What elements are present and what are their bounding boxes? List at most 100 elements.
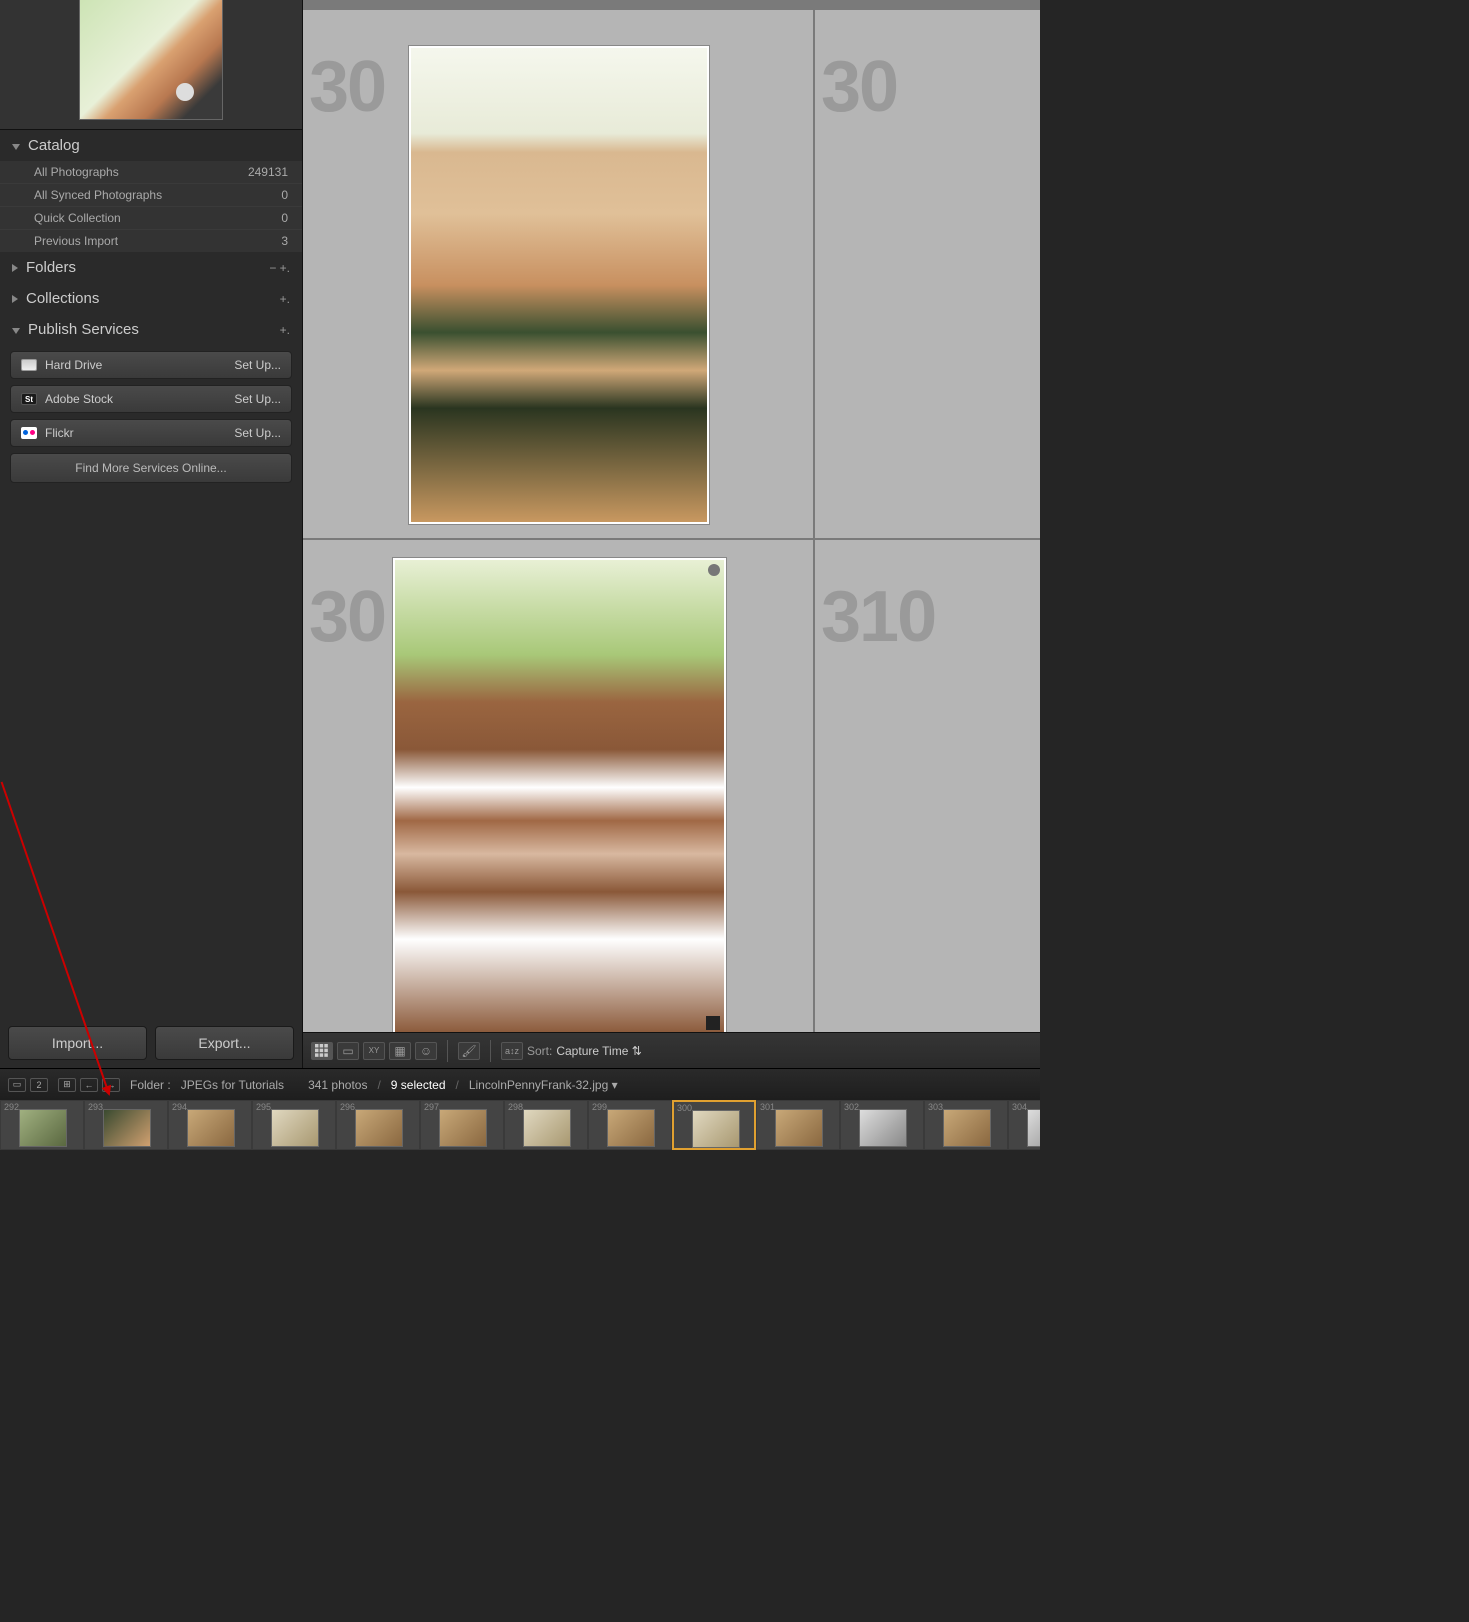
- filmstrip-image: [775, 1109, 823, 1147]
- catalog-item-synced[interactable]: All Synced Photographs0: [0, 183, 302, 206]
- filmstrip-index: 303: [928, 1102, 943, 1112]
- filmstrip-index: 292: [4, 1102, 19, 1112]
- filmstrip-image: [607, 1109, 655, 1147]
- import-button[interactable]: Import...: [8, 1026, 147, 1060]
- secondary-window-icon[interactable]: ▭: [8, 1078, 26, 1092]
- filmstrip-index: 301: [760, 1102, 775, 1112]
- navigator-preview[interactable]: [0, 0, 302, 130]
- folders-header[interactable]: Folders − +.: [0, 252, 302, 283]
- filmstrip-index: 299: [592, 1102, 607, 1112]
- nav-back-icon[interactable]: ←: [80, 1078, 98, 1092]
- export-button[interactable]: Export...: [155, 1026, 294, 1060]
- service-hard-drive[interactable]: Hard Drive Set Up...: [10, 351, 292, 379]
- filmstrip-thumb[interactable]: 302: [840, 1100, 924, 1150]
- folder-name[interactable]: JPEGs for Tutorials: [181, 1078, 284, 1092]
- filmstrip-thumb[interactable]: 295: [252, 1100, 336, 1150]
- compare-view-icon[interactable]: XY: [363, 1042, 385, 1060]
- survey-view-icon[interactable]: ▦: [389, 1042, 411, 1060]
- cell-index: 30: [309, 46, 385, 128]
- publish-header[interactable]: Publish Services +.: [0, 314, 302, 345]
- service-flickr[interactable]: Flickr Set Up...: [10, 419, 292, 447]
- filmstrip-thumb[interactable]: 299: [588, 1100, 672, 1150]
- filmstrip-thumb[interactable]: 304: [1008, 1100, 1040, 1150]
- folders-title: Folders: [26, 259, 76, 276]
- grid-view-icon[interactable]: [311, 1042, 333, 1060]
- filmstrip-index: 295: [256, 1102, 271, 1112]
- find-services-button[interactable]: Find More Services Online...: [10, 453, 292, 483]
- cell-index: 30: [821, 46, 897, 128]
- catalog-header[interactable]: Catalog: [0, 130, 302, 161]
- cell-index: 310: [821, 576, 935, 658]
- filmstrip-image: [692, 1110, 740, 1148]
- publish-services-list: Hard Drive Set Up... StAdobe Stock Set U…: [0, 345, 302, 489]
- grid-cell[interactable]: 30: [303, 540, 815, 1068]
- photo-thumbnail[interactable]: [393, 558, 726, 1036]
- filmstrip-thumb[interactable]: 296: [336, 1100, 420, 1150]
- filmstrip-thumb[interactable]: 300: [672, 1100, 756, 1150]
- selected-count: 9 selected: [391, 1078, 446, 1092]
- sync-icon: [708, 564, 720, 576]
- publish-actions[interactable]: +.: [280, 323, 290, 337]
- filmstrip-image: [19, 1109, 67, 1147]
- sort-label: Sort:: [527, 1044, 552, 1058]
- sort-direction-icon[interactable]: a↕z: [501, 1042, 523, 1060]
- current-filename[interactable]: LincolnPennyFrank-32.jpg ▾: [469, 1078, 618, 1092]
- filmstrip-image: [355, 1109, 403, 1147]
- filmstrip-thumb[interactable]: 303: [924, 1100, 1008, 1150]
- grid-cell[interactable]: 30: [815, 10, 1040, 538]
- folder-label: Folder :: [130, 1078, 171, 1092]
- badge-icon: [706, 1016, 720, 1030]
- grid-toolbar: ▭ XY ▦ ☺ 🖌 a↕z Sort: Capture Time ⇅: [303, 1032, 1040, 1068]
- filmstrip-index: 298: [508, 1102, 523, 1112]
- filmstrip-thumb[interactable]: 292: [0, 1100, 84, 1150]
- grid-view[interactable]: 30 30 30 310 ▭ XY ▦ ☺ 🖌: [303, 0, 1040, 1068]
- sort-dropdown[interactable]: Capture Time ⇅: [556, 1044, 641, 1058]
- filmstrip-image: [1027, 1109, 1040, 1147]
- preview-thumbnail: [79, 0, 223, 120]
- filmstrip-index: 294: [172, 1102, 187, 1112]
- collections-actions[interactable]: +.: [280, 292, 290, 306]
- folders-actions[interactable]: − +.: [269, 261, 290, 275]
- grid-cell[interactable]: 310: [815, 540, 1040, 1068]
- filmstrip-thumb[interactable]: 298: [504, 1100, 588, 1150]
- catalog-item-previous[interactable]: Previous Import3: [0, 229, 302, 252]
- filmstrip-image: [523, 1109, 571, 1147]
- collections-title: Collections: [26, 290, 99, 307]
- filmstrip-index: 293: [88, 1102, 103, 1112]
- left-panel: Catalog All Photographs249131 All Synced…: [0, 0, 303, 1068]
- collections-header[interactable]: Collections +.: [0, 283, 302, 314]
- hard-drive-icon: [21, 359, 37, 371]
- grid-cell[interactable]: 30: [303, 10, 815, 538]
- catalog-list: All Photographs249131 All Synced Photogr…: [0, 161, 302, 252]
- catalog-item-quick[interactable]: Quick Collection0: [0, 206, 302, 229]
- filmstrip-thumb[interactable]: 293: [84, 1100, 168, 1150]
- filmstrip-image: [943, 1109, 991, 1147]
- filmstrip-index: 297: [424, 1102, 439, 1112]
- catalog-item-all-photos[interactable]: All Photographs249131: [0, 161, 302, 183]
- loupe-view-icon[interactable]: ▭: [337, 1042, 359, 1060]
- photo-count: 341 photos: [308, 1078, 367, 1092]
- filmstrip-index: 296: [340, 1102, 355, 1112]
- publish-title: Publish Services: [28, 321, 139, 338]
- cell-index: 30: [309, 576, 385, 658]
- filmstrip-index: 304: [1012, 1102, 1027, 1112]
- filmstrip-index: 300: [677, 1103, 692, 1113]
- filmstrip-thumb[interactable]: 294: [168, 1100, 252, 1150]
- adobe-stock-icon: St: [21, 393, 37, 405]
- filmstrip-image: [859, 1109, 907, 1147]
- service-adobe-stock[interactable]: StAdobe Stock Set Up...: [10, 385, 292, 413]
- filmstrip[interactable]: 292 293 294 295 296 297 298 299 300 301 302 303 304: [0, 1100, 1040, 1150]
- filmstrip-index: 302: [844, 1102, 859, 1112]
- filmstrip-thumb[interactable]: 297: [420, 1100, 504, 1150]
- filmstrip-thumb[interactable]: 301: [756, 1100, 840, 1150]
- flickr-icon: [21, 427, 37, 439]
- secondary-monitor-badge[interactable]: 2: [30, 1078, 48, 1092]
- grid-toggle-icon[interactable]: ⊞: [58, 1078, 76, 1092]
- filmstrip-image: [439, 1109, 487, 1147]
- photo-thumbnail[interactable]: [409, 46, 709, 524]
- filmstrip-image: [271, 1109, 319, 1147]
- people-view-icon[interactable]: ☺: [415, 1042, 437, 1060]
- filmstrip-image: [103, 1109, 151, 1147]
- painter-icon[interactable]: 🖌: [458, 1042, 480, 1060]
- catalog-title: Catalog: [28, 137, 80, 154]
